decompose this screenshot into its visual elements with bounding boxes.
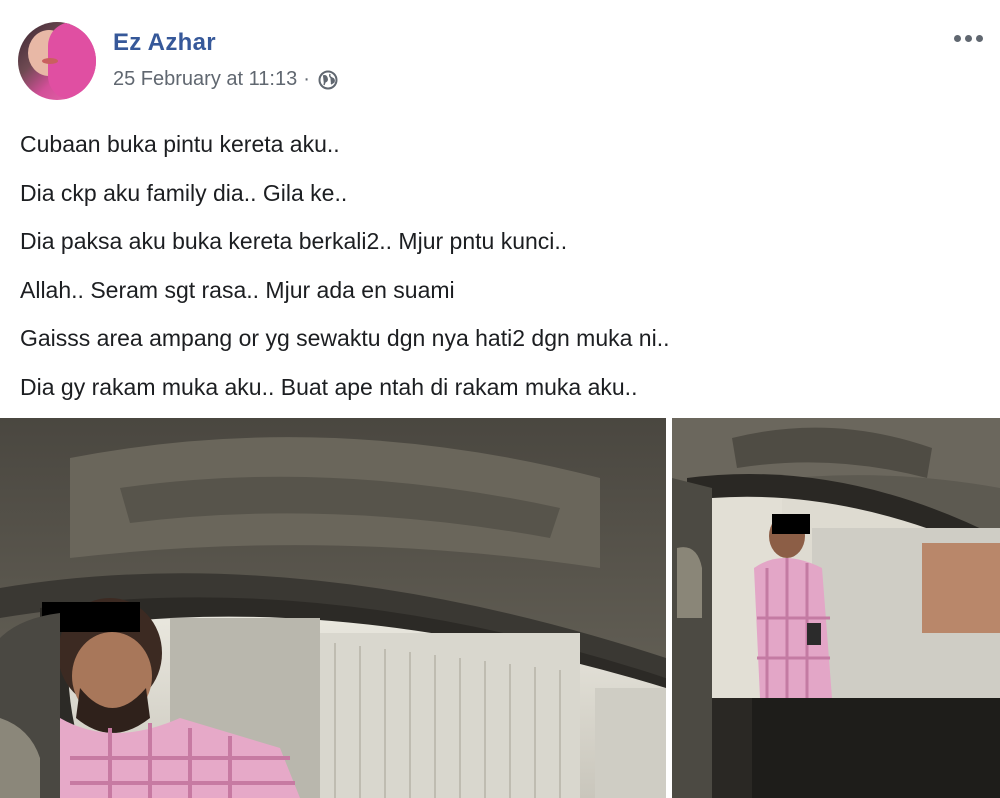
globe-icon[interactable] xyxy=(318,70,338,90)
post-text-line: Dia ckp aku family dia.. Gila ke.. xyxy=(20,179,348,206)
more-dot xyxy=(953,34,961,42)
post-text-line: Dia gy rakam muka aku.. Buat ape ntah di… xyxy=(20,373,638,400)
post-timestamp[interactable]: 25 February at 11:13 xyxy=(113,68,297,91)
meta-separator: · xyxy=(303,68,310,90)
facebook-post: Ez Azhar 25 February at 11:13 · Cubaan b… xyxy=(0,0,1000,798)
more-dot xyxy=(975,34,983,42)
photo-grid xyxy=(0,418,1000,798)
more-dot xyxy=(964,34,972,42)
post-photo-1[interactable] xyxy=(0,418,666,798)
avatar-lips xyxy=(42,58,58,64)
post-meta: 25 February at 11:13 · xyxy=(113,68,338,91)
post-photo-2[interactable] xyxy=(672,418,1000,798)
post-text-line: Allah.. Seram sgt rasa.. Mjur ada en sua… xyxy=(20,276,455,303)
car-window-photo xyxy=(0,418,666,798)
post-text-line: Gaisss area ampang or yg sewaktu dgn nya… xyxy=(20,325,670,351)
post-text: Cubaan buka pintu kereta aku.. Dia ckp a… xyxy=(20,120,980,411)
post-text-line: Cubaan buka pintu kereta aku.. xyxy=(20,131,340,157)
profile-avatar[interactable] xyxy=(18,22,96,100)
car-window-photo xyxy=(672,418,1000,798)
more-options-button[interactable] xyxy=(948,24,988,52)
post-text-line: Dia paksa aku buka kereta berkali2.. Mju… xyxy=(20,228,568,254)
author-name[interactable]: Ez Azhar xyxy=(113,29,216,57)
